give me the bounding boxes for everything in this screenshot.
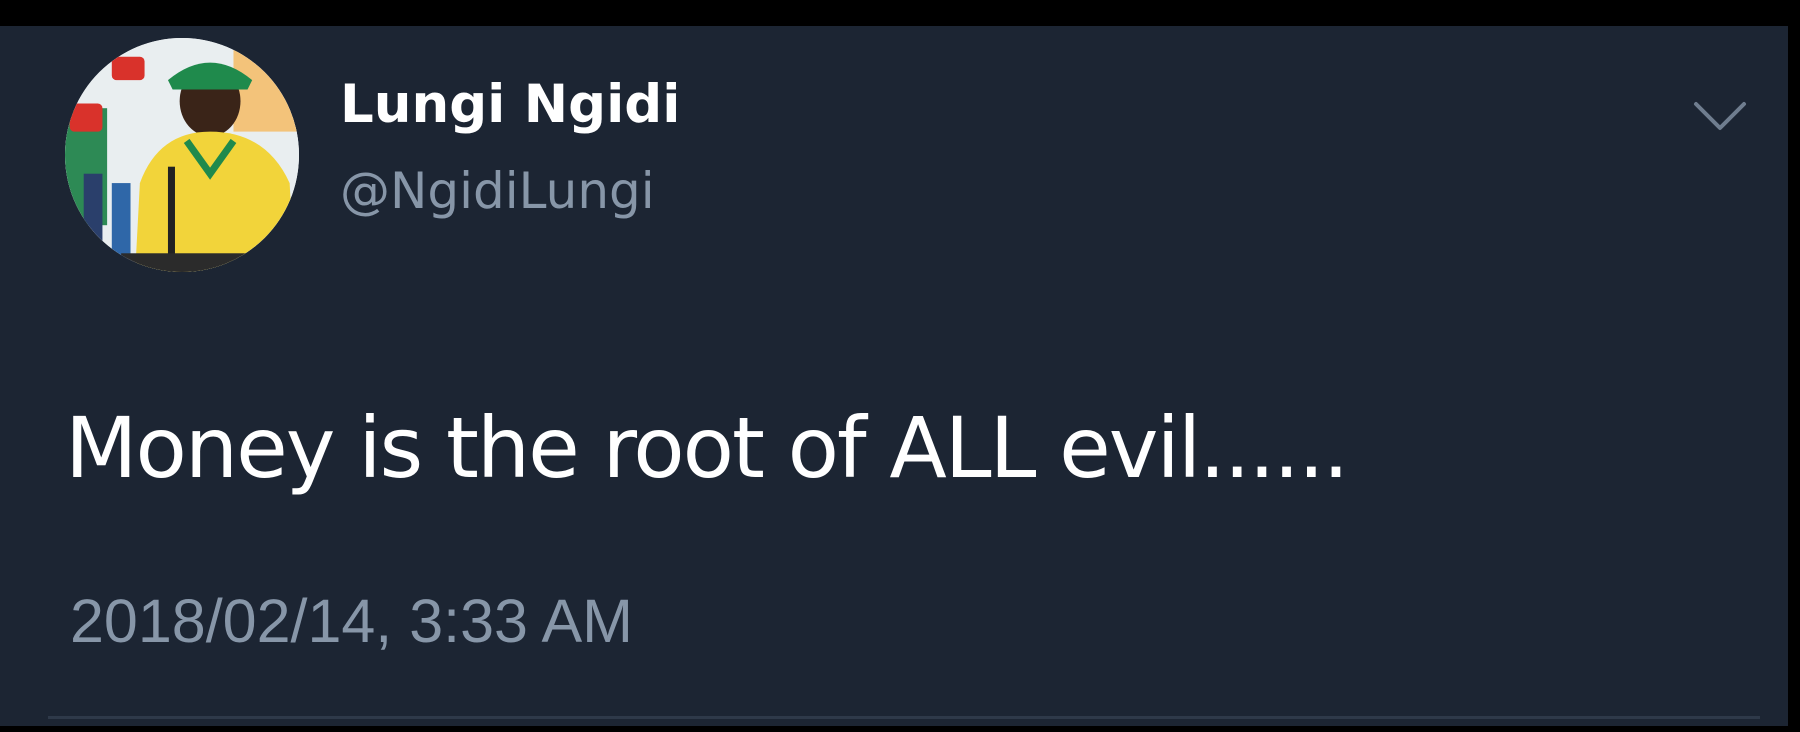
chevron-down-icon[interactable]	[1690, 90, 1750, 140]
profile-avatar[interactable]	[65, 38, 299, 272]
tweet-card: Lungi Ngidi @NgidiLungi Money is the roo…	[0, 26, 1788, 726]
author-display-name[interactable]: Lungi Ngidi	[340, 78, 680, 131]
author-handle[interactable]: @NgidiLungi	[340, 166, 655, 216]
tweet-timestamp[interactable]: 2018/02/14, 3:33 AM	[70, 591, 633, 652]
tweet-text: Money is the root of ALL evil......	[65, 399, 1349, 497]
avatar-photo	[65, 38, 299, 272]
divider	[48, 716, 1760, 719]
